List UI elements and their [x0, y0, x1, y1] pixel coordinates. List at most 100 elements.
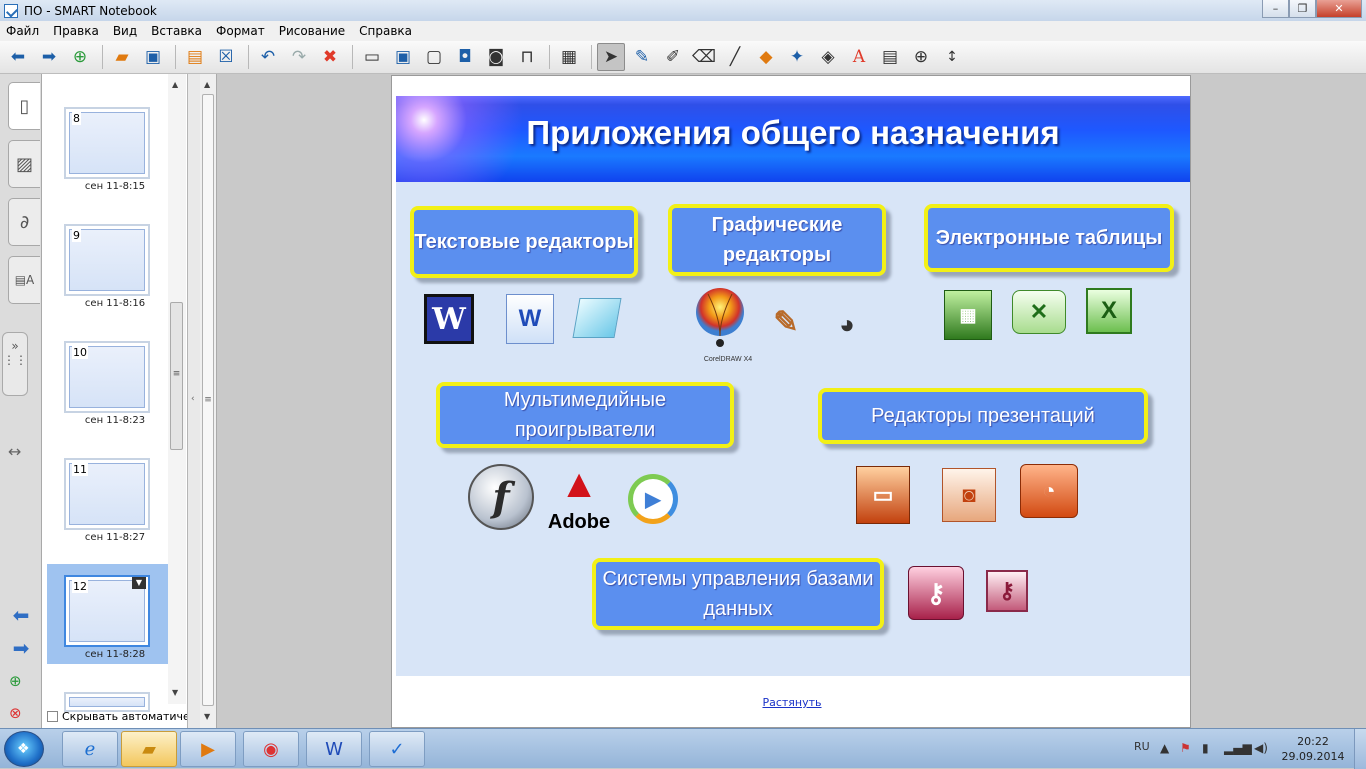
close-button[interactable]: ✕ — [1316, 0, 1362, 18]
powerpoint-icon[interactable]: ◔ — [1020, 464, 1078, 518]
scroll-up-icon[interactable]: ▲ — [204, 80, 210, 89]
volume-icon[interactable]: ◀) — [1254, 741, 1268, 755]
canvas-scrollbar[interactable]: ▲ ≡ ▼ — [200, 74, 217, 728]
page-thumbnail-11[interactable]: 11 — [64, 458, 150, 530]
autohide-checkbox[interactable] — [47, 711, 58, 722]
open-folder-icon[interactable]: ▰ — [108, 43, 136, 71]
page-thumbnail-10[interactable]: 10 — [64, 341, 150, 413]
toolbox-icon[interactable]: ⊓ — [513, 43, 541, 71]
access-2007-icon[interactable]: ⚷ — [908, 566, 964, 620]
smart-notebook-taskbar-button[interactable]: ✓ — [369, 731, 425, 767]
redo-icon[interactable]: ↷ — [285, 43, 313, 71]
excel-2007-icon[interactable]: ▦ — [944, 290, 992, 340]
previous-page-icon[interactable]: ⬅ — [9, 603, 33, 627]
monitor-icon[interactable]: ◘ — [451, 43, 479, 71]
properties-icon[interactable]: ▤ — [876, 43, 904, 71]
action-center-icon[interactable]: ⚑ — [1180, 741, 1191, 755]
display-icon[interactable]: ▣ — [389, 43, 417, 71]
explorer-taskbar-button[interactable]: ▰ — [121, 731, 177, 767]
text-editors-box[interactable]: Текстовые редакторы — [410, 206, 638, 278]
ie-taskbar-button[interactable]: ℯ — [62, 731, 118, 767]
panel-splitter[interactable]: ‹ — [188, 74, 200, 728]
page-thumbnail-8[interactable]: 8 — [64, 107, 150, 179]
paint-brushes-icon[interactable]: ✎ — [766, 294, 806, 350]
gallery-tab[interactable]: ▨ — [8, 140, 40, 188]
line-icon[interactable]: ╱ — [721, 43, 749, 71]
eraser-icon[interactable]: ⌫ — [690, 43, 718, 71]
menu-help[interactable]: Справка — [359, 24, 412, 38]
flash-player-icon[interactable]: f — [468, 464, 534, 530]
access-2003-icon[interactable]: ⚷ — [986, 570, 1028, 612]
scroll-up-icon[interactable]: ▲ — [172, 80, 178, 89]
text-icon[interactable]: A — [845, 43, 873, 71]
pen-icon[interactable]: ✎ — [628, 43, 656, 71]
screen-capture-icon[interactable]: ▢ — [420, 43, 448, 71]
move-toolbar-icon[interactable]: ↕ — [938, 43, 966, 71]
page-menu-dropdown-icon[interactable]: ▼ — [132, 577, 146, 589]
slide-title[interactable]: Приложения общего назначения — [396, 114, 1190, 152]
menu-view[interactable]: Вид — [113, 24, 137, 38]
magic-pen-icon[interactable]: ✦ — [783, 43, 811, 71]
chrome-taskbar-button[interactable]: ◉ — [243, 731, 299, 767]
word-2003-icon[interactable]: W — [506, 294, 554, 344]
fill-icon[interactable]: ◈ — [814, 43, 842, 71]
page-thumbnail-13[interactable] — [64, 692, 150, 712]
menu-file[interactable]: Файл — [6, 24, 39, 38]
spreadsheets-box[interactable]: Электронные таблицы — [924, 204, 1174, 272]
page-sorter-tab[interactable]: ▯ — [8, 82, 40, 130]
presentations-box[interactable]: Редакторы презентаций — [818, 388, 1148, 444]
menu-draw[interactable]: Рисование — [279, 24, 345, 38]
screen-shade-icon[interactable]: ▭ — [358, 43, 386, 71]
autohide-option[interactable]: Скрывать автоматическ — [47, 710, 187, 723]
scrollbar-thumb[interactable]: ≡ — [202, 94, 214, 706]
show-hidden-icons-icon[interactable]: ▲ — [1160, 741, 1169, 755]
notebook-page[interactable]: Приложения общего назначения Текстовые р… — [391, 75, 1191, 728]
graphic-editors-box[interactable]: Графические редакторы — [668, 204, 886, 276]
media-player-icon[interactable]: ▶ — [628, 474, 678, 524]
scrollbar-thumb[interactable]: ≡ — [170, 302, 183, 450]
delete-page-side-icon[interactable]: ⊗ — [9, 704, 22, 722]
panel-collapse-handle[interactable]: » ⋮⋮ — [2, 332, 28, 396]
start-button[interactable]: ❖ — [4, 731, 44, 767]
camera-icon[interactable]: ◙ — [482, 43, 510, 71]
delete-icon[interactable]: ✖ — [316, 43, 344, 71]
word-taskbar-button[interactable]: W — [306, 731, 362, 767]
notepad-icon[interactable] — [572, 298, 622, 338]
menu-format[interactable]: Формат — [216, 24, 265, 38]
stretch-link[interactable]: Растянуть — [392, 696, 1192, 709]
media-players-box[interactable]: Мультимедийные проигрыватели — [436, 382, 734, 448]
save-icon[interactable]: ▣ — [139, 43, 167, 71]
network-icon[interactable]: ▂▄▆ — [1224, 741, 1252, 755]
creative-pen-icon[interactable]: ✐ — [659, 43, 687, 71]
attachments-tab[interactable]: ∂ — [8, 198, 40, 246]
menu-insert[interactable]: Вставка — [151, 24, 202, 38]
back-arrow-icon[interactable]: ⬅ — [4, 43, 32, 71]
table-icon[interactable]: ▦ — [555, 43, 583, 71]
powerpoint-2007-icon[interactable]: ▭ — [856, 466, 910, 524]
restore-button[interactable]: ❐ — [1289, 0, 1316, 18]
next-page-icon[interactable]: ➡ — [9, 636, 33, 660]
panel-move-icon[interactable]: ↔ — [8, 442, 21, 461]
shapes-icon[interactable]: ◆ — [752, 43, 780, 71]
forward-arrow-icon[interactable]: ➡ — [35, 43, 63, 71]
powerpoint-2003-icon[interactable]: ◙ — [942, 468, 996, 522]
word-97-icon[interactable]: W — [424, 294, 474, 344]
show-desktop-button[interactable] — [1354, 729, 1366, 769]
page-thumbnail-9[interactable]: 9 — [64, 224, 150, 296]
gimp-icon[interactable]: ◕ — [820, 304, 874, 344]
device-icon[interactable]: ▮ — [1202, 741, 1209, 755]
language-indicator[interactable]: RU — [1134, 740, 1150, 753]
properties-tab[interactable]: ▤A — [8, 256, 40, 304]
slide-content[interactable]: Приложения общего назначения Текстовые р… — [396, 96, 1190, 676]
scroll-down-icon[interactable]: ▼ — [204, 712, 210, 721]
measurement-icon[interactable]: ⊕ — [907, 43, 935, 71]
excel-2003-icon[interactable]: ✕ — [1012, 290, 1066, 334]
adobe-logo-icon[interactable]: ▲ — [548, 462, 610, 506]
databases-box[interactable]: Системы управления базами данных — [592, 558, 884, 630]
paste-icon[interactable]: ▤ — [181, 43, 209, 71]
minimize-button[interactable]: – — [1262, 0, 1289, 18]
add-page-icon[interactable]: ⊕ — [66, 43, 94, 71]
menu-edit[interactable]: Правка — [53, 24, 99, 38]
coreldraw-icon[interactable] — [692, 288, 748, 348]
undo-icon[interactable]: ↶ — [254, 43, 282, 71]
